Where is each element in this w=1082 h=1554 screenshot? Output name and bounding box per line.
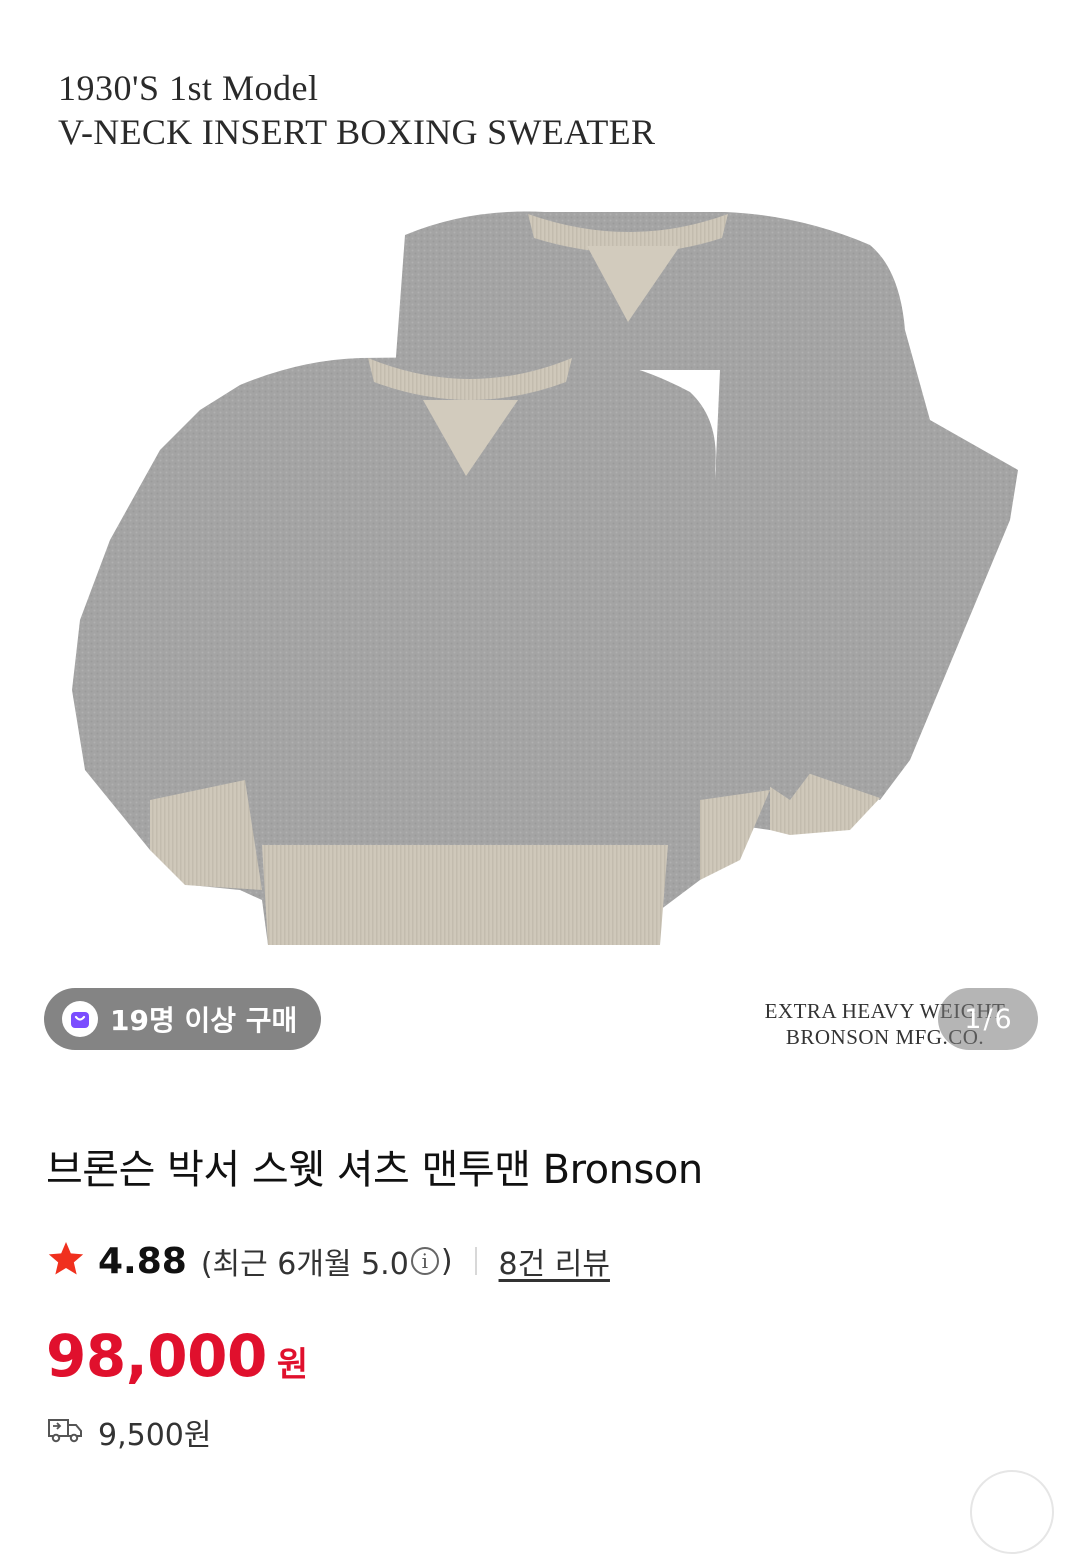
shopping-bag-icon (62, 1001, 98, 1037)
floating-action-button[interactable] (970, 1470, 1054, 1554)
caption-line-1: 1930'S 1st Model (58, 68, 319, 108)
product-info: 브론슨 박서 스웻 셔츠 맨투맨 Bronson 4.88 (최근 6개월 5.… (46, 1140, 1046, 1454)
rating-row: 4.88 (최근 6개월 5.0 i ) 8건 리뷰 (46, 1236, 1046, 1286)
product-photo (72, 211, 1018, 945)
price-row: 98,000 원 (46, 1322, 1046, 1390)
rating-score: 4.88 (98, 1240, 187, 1282)
product-image-gallery[interactable]: 1930'S 1st Model V-NECK INSERT BOXING SW… (0, 0, 1082, 1085)
star-icon (46, 1239, 86, 1283)
price-currency: 원 (276, 1345, 309, 1385)
photo-caption: 1930'S 1st Model V-NECK INSERT BOXING SW… (58, 66, 655, 154)
badge-label: 19명 이상 구매 (110, 1004, 298, 1037)
image-counter: 1 / 6 (938, 988, 1038, 1050)
counter-separator: / (983, 1003, 993, 1035)
product-title: 브론슨 박서 스웻 셔츠 맨투맨 Bronson (46, 1147, 703, 1193)
counter-total: 6 (994, 1003, 1012, 1035)
recent-rating-suffix: ) (440, 1243, 453, 1279)
recent-rating-prefix: (최근 6개월 5.0 (200, 1247, 409, 1282)
price-value: 98,000 (46, 1322, 267, 1390)
purchase-count-badge: 19명 이상 구매 (44, 988, 322, 1050)
shipping-row: 9,500원 (46, 1410, 1046, 1454)
shipping-fee: 9,500원 (98, 1418, 212, 1453)
recent-rating: (최근 6개월 5.0 i ) (201, 1239, 453, 1283)
counter-current: 1 (964, 1003, 982, 1035)
front-sweater (72, 356, 820, 945)
divider (474, 1247, 477, 1275)
truck-icon (46, 1415, 84, 1449)
caption-line-2: V-NECK INSERT BOXING SWEATER (58, 112, 656, 152)
review-count-link[interactable]: 8건 리뷰 (499, 1239, 610, 1283)
info-icon[interactable]: i (410, 1247, 439, 1275)
